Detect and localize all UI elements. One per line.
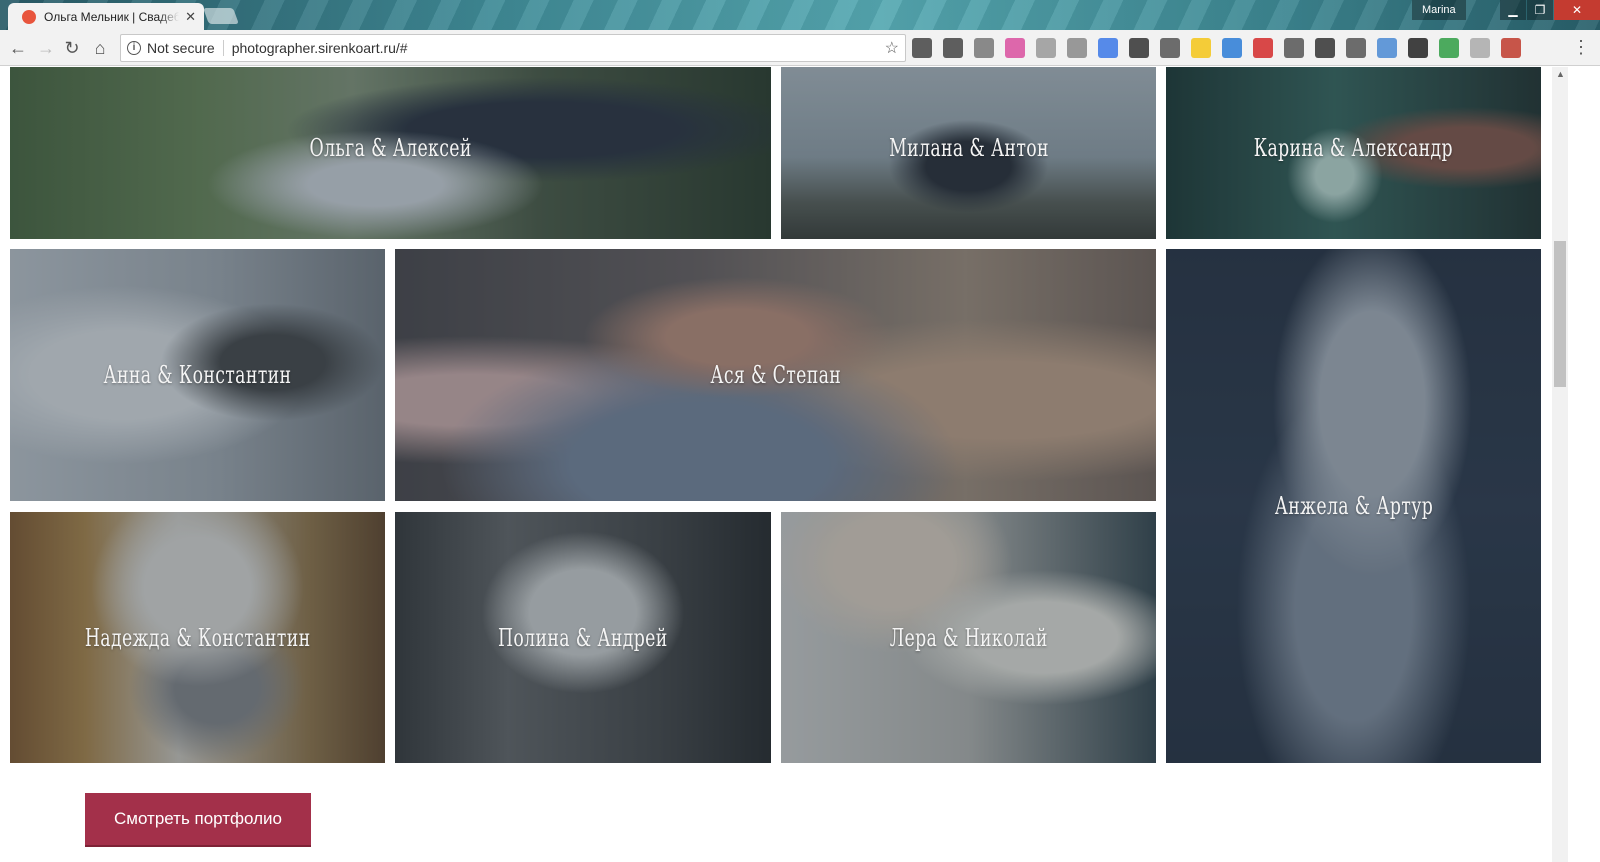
image-ext-icon[interactable] <box>1377 38 1397 58</box>
page-viewport: Ольга & Алексей Милана & Антон Карина & … <box>0 67 1552 862</box>
close-window-button[interactable]: ✕ <box>1554 0 1600 20</box>
window-titlebar: Ольга Мельник | Свадебный фотограф ✕ Mar… <box>0 0 1600 30</box>
page-scrollbar[interactable]: ▲ <box>1552 67 1568 862</box>
translate-ext-icon[interactable] <box>1098 38 1118 58</box>
scroll-up-icon[interactable]: ▲ <box>1556 69 1565 79</box>
reload-icon[interactable]: ↻ <box>60 36 84 60</box>
back-icon[interactable]: ← <box>6 36 30 60</box>
triangle-ext-icon[interactable] <box>1284 38 1304 58</box>
gallery-tile[interactable]: Анна & Константин <box>10 249 385 501</box>
profile-button[interactable]: Marina <box>1412 0 1466 20</box>
eyedropper-ext-icon[interactable] <box>1129 38 1149 58</box>
gallery-tile-caption: Ася & Степан <box>710 361 841 389</box>
screenshot-icon[interactable] <box>912 38 932 58</box>
move-ext-icon[interactable] <box>1346 38 1366 58</box>
window-right-edge <box>1568 67 1600 862</box>
browser-tab[interactable]: Ольга Мельник | Свадебный фотограф ✕ <box>8 3 204 30</box>
gallery-tile[interactable]: Карина & Александр <box>1166 67 1541 239</box>
gallery-tile-caption: Лера & Николай <box>889 623 1048 652</box>
gallery-tile-caption: Анжела & Артур <box>1274 492 1433 520</box>
tab-close-icon[interactable]: ✕ <box>185 9 196 25</box>
gallery-tile[interactable]: Ася & Степан <box>395 249 1156 501</box>
info-icon[interactable]: i <box>127 41 141 55</box>
gallery-tile[interactable]: Милана & Антон <box>781 67 1156 239</box>
url-text[interactable]: photographer.sirenkoart.ru/# <box>232 40 408 56</box>
gallery-tile[interactable]: Надежда & Константин <box>10 512 385 763</box>
layout-ext-icon[interactable] <box>1036 38 1056 58</box>
site-favicon-icon <box>22 9 36 24</box>
gallery-tile[interactable]: Лера & Николай <box>781 512 1156 763</box>
check-ext-icon[interactable] <box>1408 38 1428 58</box>
browser-toolbar: ← → ↻ ⌂ i Not secure photographer.sirenk… <box>0 30 1600 66</box>
new-tab-button[interactable] <box>203 8 239 24</box>
ruler-ext-icon[interactable] <box>1160 38 1180 58</box>
window-controls: ▁ ❐ ✕ <box>1499 0 1600 20</box>
security-label[interactable]: Not secure <box>147 40 215 56</box>
code-ext-icon[interactable] <box>1501 38 1521 58</box>
view-portfolio-button[interactable]: Смотреть портфолио <box>85 793 311 845</box>
omnibox-divider <box>222 40 224 56</box>
gallery-tile-caption: Надежда & Константин <box>84 623 311 652</box>
restore-button[interactable]: ❐ <box>1527 0 1553 20</box>
seo-ext-icon[interactable] <box>1439 38 1459 58</box>
gallery-tile-caption: Полина & Андрей <box>498 623 668 652</box>
forward-icon[interactable]: → <box>34 36 58 60</box>
gallery-tile[interactable]: Ольга & Алексей <box>10 67 771 239</box>
gallery-tile[interactable]: Полина & Андрей <box>395 512 771 763</box>
gallery-tile-caption: Карина & Александр <box>1253 134 1454 162</box>
window-ext-icon[interactable] <box>1222 38 1242 58</box>
face-ext-icon[interactable] <box>1470 38 1490 58</box>
hat-ext-icon[interactable] <box>1067 38 1087 58</box>
formula-icon[interactable] <box>943 38 963 58</box>
minimize-button[interactable]: ▁ <box>1500 0 1526 20</box>
pepper-ext-icon[interactable] <box>1253 38 1273 58</box>
browser-menu-icon[interactable]: ⋮ <box>1572 38 1590 56</box>
address-bar[interactable]: i Not secure photographer.sirenkoart.ru/… <box>120 34 906 62</box>
tab-title: Ольга Мельник | Свадебный фотограф <box>44 9 180 24</box>
gallery-tile-caption: Милана & Антон <box>888 134 1049 162</box>
dots-ext-icon[interactable] <box>1315 38 1335 58</box>
bookmark-star-icon[interactable]: ☆ <box>885 38 899 58</box>
settings-ext-icon[interactable] <box>974 38 994 58</box>
scrollbar-thumb[interactable] <box>1554 241 1566 387</box>
color-ext-icon[interactable] <box>1005 38 1025 58</box>
home-icon[interactable]: ⌂ <box>88 36 112 60</box>
gallery-tile-caption: Анна & Константин <box>103 361 292 389</box>
extensions-bar <box>912 38 1532 58</box>
gallery-tile[interactable]: Анжела & Артур <box>1166 249 1541 763</box>
gallery-tile-caption: Ольга & Алексей <box>309 134 472 162</box>
note-ext-icon[interactable] <box>1191 38 1211 58</box>
